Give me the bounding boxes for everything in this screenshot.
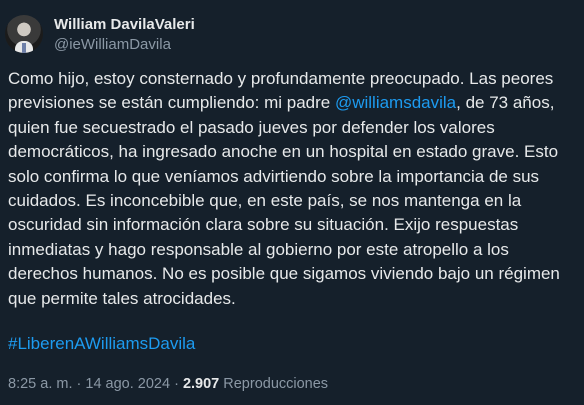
meta-separator: · — [72, 376, 86, 392]
tweet-text: Como hijo, estoy consternado y profundam… — [8, 67, 576, 311]
tweet-meta: 8:25 a. m. · 14 ago. 2024 · 2.907 Reprod… — [8, 374, 328, 394]
tweet-text-line: democráticos, ha ingresado anoche en un … — [8, 142, 559, 162]
tweet-text-line: inmediatas y hago responsable al gobiern… — [8, 239, 509, 259]
views-label: Reproducciones — [219, 376, 329, 392]
tweet-time: 8:25 a. m. — [8, 376, 73, 392]
mention-link[interactable]: @williamsdavila — [335, 93, 456, 112]
hashtag-line: #LiberenAWilliamsDavila — [8, 332, 195, 356]
tweet-text-line: derechos humanos. No es posible que siga… — [8, 264, 560, 284]
tweet-text-line: Como hijo, estoy consternado y profundam… — [8, 69, 554, 88]
tweet-text-fragment: previsiones se están cumpliendo: mi padr… — [8, 93, 335, 113]
author-display-name[interactable]: William DavilaValeri — [54, 15, 195, 35]
author-handle[interactable]: @ieWilliamDavila — [54, 35, 195, 54]
hashtag-link[interactable]: #LiberenAWilliamsDavila — [8, 334, 195, 353]
tweet-text-line: previsiones se están cumpliendo: mi padr… — [8, 91, 576, 115]
author-names: William DavilaValeri @ieWilliamDavila — [54, 15, 195, 54]
views-link[interactable]: 2.907 Reproducciones — [183, 376, 328, 392]
meta-separator: · — [170, 376, 183, 392]
tweet-text-fragment: , de 73 años, — [456, 93, 555, 113]
tweet-text-line: quien fue secuestrado el pasado jueves p… — [8, 117, 495, 137]
tweet-date: 14 ago. 2024 — [85, 376, 171, 392]
tweet-text-line: solo confirma lo que veníamos advirtiend… — [8, 166, 540, 186]
tweet-text-line: que permite tales atrocidades. — [8, 288, 236, 308]
tweet-card: William DavilaValeri @ieWilliamDavila Co… — [0, 0, 584, 405]
author-avatar[interactable] — [5, 15, 43, 53]
avatar-tie — [22, 43, 26, 53]
tweet-text-line: cuidados. Es inconcebible que, en este p… — [8, 191, 522, 211]
tweet-time-link[interactable]: 8:25 a. m. · 14 ago. 2024 — [8, 376, 170, 392]
tweet-header: William DavilaValeri @ieWilliamDavila — [5, 12, 195, 56]
tweet-text-line: oscuridad sin información clara sobre su… — [8, 215, 519, 235]
views-count: 2.907 — [182, 376, 220, 392]
